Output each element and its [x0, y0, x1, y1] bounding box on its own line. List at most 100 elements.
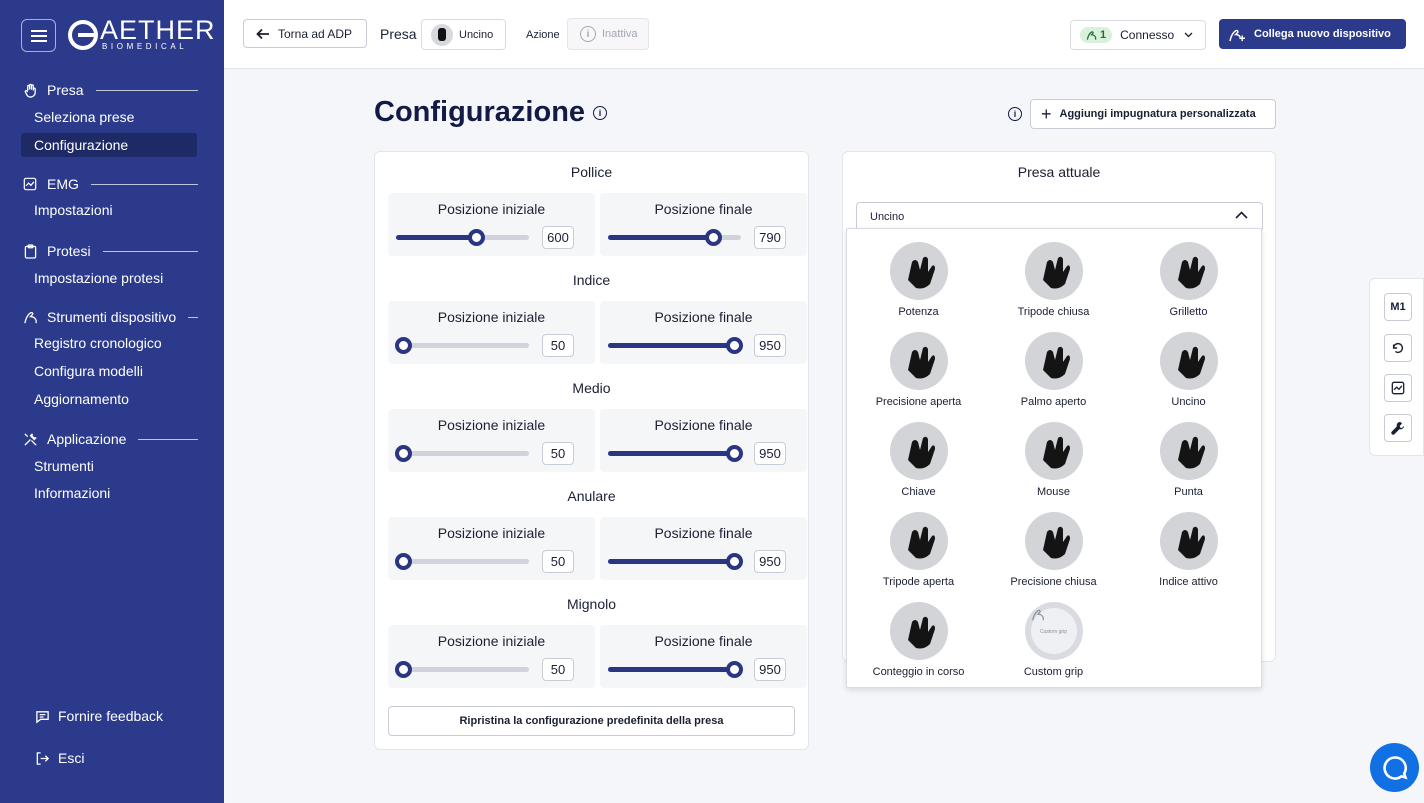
grip-option-precisione-chiusa[interactable]: Precisione chiusa: [986, 512, 1121, 588]
info-icon[interactable]: i: [1008, 107, 1022, 121]
wrench-button[interactable]: [1384, 414, 1412, 442]
position-final-value-input[interactable]: 950: [754, 442, 786, 465]
slider-track[interactable]: [608, 553, 744, 570]
info-icon[interactable]: i: [593, 105, 608, 120]
back-to-adp-button[interactable]: Torna ad ADP: [243, 19, 367, 48]
sidebar-item-impostazione-protesi[interactable]: Impostazione protesi: [21, 266, 197, 290]
sidebar-item-seleziona-prese[interactable]: Seleziona prese: [21, 105, 197, 129]
position-final-value-input[interactable]: 950: [754, 334, 786, 357]
slider-track[interactable]: [396, 229, 529, 246]
connection-dropdown[interactable]: 1 Connesso: [1070, 20, 1206, 50]
grip-option-label: Indice attivo: [1159, 576, 1218, 588]
arm-plus-icon: [1229, 29, 1245, 41]
grip-option-uncino[interactable]: Uncino: [1121, 332, 1256, 408]
sidebar-item-configurazione[interactable]: Configurazione: [21, 133, 197, 157]
connection-status: Connesso: [1120, 28, 1175, 42]
nav-section-presa: Presa: [22, 82, 198, 98]
connect-new-device-button[interactable]: Collega nuovo dispositivo: [1219, 19, 1406, 49]
position-initial-value-input[interactable]: 600: [542, 226, 574, 249]
slider-handle[interactable]: [394, 661, 412, 678]
position-initial-value-input[interactable]: 50: [542, 334, 574, 357]
position-final-value-input[interactable]: 950: [754, 550, 786, 573]
sidebar-item-impostazioni[interactable]: Impostazioni: [21, 198, 197, 222]
hand-grip-icon: [889, 242, 948, 300]
slider-handle[interactable]: [394, 337, 412, 354]
slider-fill: [608, 343, 735, 348]
current-grip-value: Uncino: [459, 28, 494, 41]
reset-hand-button[interactable]: [1384, 334, 1412, 362]
nav-section-applicazione: Applicazione: [22, 431, 198, 447]
menu-toggle-button[interactable]: [21, 19, 56, 52]
sidebar-item-informazioni[interactable]: Informazioni: [21, 481, 197, 505]
slider-handle[interactable]: [726, 661, 744, 678]
nav-section-protesi: Protesi: [22, 243, 198, 259]
grip-option-tripode-aperta[interactable]: Tripode aperta: [851, 512, 986, 588]
finger-title-mignolo: Mignolo: [566, 596, 617, 612]
tool-strip: M1: [1369, 278, 1424, 456]
slider-fill: [396, 235, 476, 240]
emg-chart-button[interactable]: [1384, 374, 1412, 402]
slider-track[interactable]: [608, 445, 744, 462]
position-initial-value-input[interactable]: 50: [542, 442, 574, 465]
slider-track[interactable]: [608, 337, 744, 354]
reset-default-config-button[interactable]: Ripristina la configurazione predefinita…: [388, 706, 795, 736]
grip-option-punta[interactable]: Punta: [1121, 422, 1256, 498]
add-custom-grip-button[interactable]: + Aggiungi impugnatura personalizzata: [1030, 99, 1276, 129]
grip-option-conteggio-in-corso[interactable]: Conteggio in corso: [851, 602, 986, 678]
logout-link[interactable]: Esci: [34, 750, 84, 766]
sidebar-item-strumenti[interactable]: Strumenti: [21, 454, 197, 478]
slider-track[interactable]: [394, 445, 529, 462]
slider-handle[interactable]: [394, 445, 412, 462]
slider-handle[interactable]: [467, 229, 485, 246]
feedback-icon: [34, 708, 50, 724]
sidebar-item-registro-cronologico[interactable]: Registro cronologico: [21, 331, 197, 355]
position-initial-value-input[interactable]: 50: [542, 658, 574, 681]
m1-mode-button[interactable]: M1: [1384, 293, 1412, 321]
position-final-label: Posizione finale: [654, 309, 753, 325]
grip-option-label: Uncino: [1171, 396, 1206, 408]
finger-title-indice: Indice: [572, 272, 611, 288]
slider-handle[interactable]: [726, 337, 744, 354]
hand-grip-icon: [1159, 512, 1218, 570]
custom-grip-icon: Custom grip: [1024, 602, 1083, 660]
slider-handle[interactable]: [726, 553, 744, 570]
grip-option-indice-attivo[interactable]: Indice attivo: [1121, 512, 1256, 588]
grip-option-custom-grip[interactable]: Custom grip Custom grip: [986, 602, 1121, 678]
slider-track[interactable]: [608, 229, 741, 246]
grip-option-tripode-chiusa[interactable]: Tripode chiusa: [986, 242, 1121, 318]
chat-support-button[interactable]: [1370, 743, 1419, 792]
slider-track[interactable]: [394, 337, 529, 354]
slider-fill: [608, 451, 735, 456]
slider-track[interactable]: [608, 661, 744, 678]
position-final-box: Posizione finale 950: [600, 625, 807, 688]
nav-section-label: EMG: [47, 176, 79, 192]
slider-track[interactable]: [394, 661, 529, 678]
feedback-link[interactable]: Fornire feedback: [34, 708, 163, 724]
slider-handle[interactable]: [705, 229, 723, 246]
slider-fill: [608, 559, 735, 564]
grip-option-label: Palmo aperto: [1020, 396, 1087, 408]
grip-option-potenza[interactable]: Potenza: [851, 242, 986, 318]
current-grip-selected: Uncino: [870, 211, 905, 223]
position-final-value-input[interactable]: 950: [754, 658, 786, 681]
grip-option-chiave[interactable]: Chiave: [851, 422, 986, 498]
grip-option-mouse[interactable]: Mouse: [986, 422, 1121, 498]
hand-grip-icon: [889, 512, 948, 570]
grip-option-label: Chiave: [901, 486, 936, 498]
grip-option-palmo-aperto[interactable]: Palmo aperto: [986, 332, 1121, 408]
slider-handle[interactable]: [726, 445, 744, 462]
slider-handle[interactable]: [394, 553, 412, 570]
grip-option-label: Potenza: [898, 306, 939, 318]
grip-option-precisione-aperta[interactable]: Precisione aperta: [851, 332, 986, 408]
divider: [138, 438, 198, 440]
position-final-value-input[interactable]: 790: [754, 226, 786, 249]
grip-label: Presa: [380, 26, 417, 42]
nav-section-label: Presa: [47, 82, 84, 98]
clipboard-icon: [22, 243, 38, 259]
sidebar-item-configura-modelli[interactable]: Configura modelli: [21, 359, 197, 383]
position-initial-value-input[interactable]: 50: [542, 550, 574, 573]
grip-option-grilletto[interactable]: Grilletto: [1121, 242, 1256, 318]
sidebar-item-aggiornamento[interactable]: Aggiornamento: [21, 387, 197, 411]
slider-track[interactable]: [394, 553, 529, 570]
position-final-box: Posizione finale 790: [600, 193, 807, 256]
